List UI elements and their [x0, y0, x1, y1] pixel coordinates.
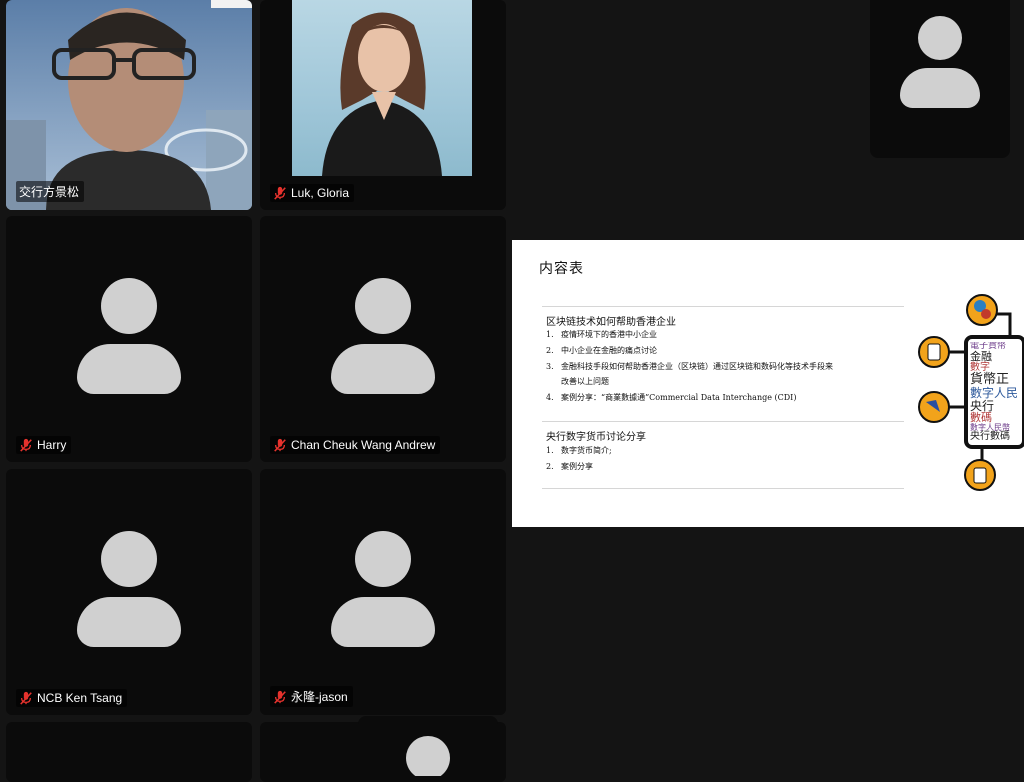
list-item: 2. 中小企业在金融的痛点讨论: [546, 346, 657, 355]
list-item: 2. 案例分享: [546, 462, 593, 471]
participant-name: 交行方景松: [16, 181, 85, 202]
muted-mic-icon: [274, 186, 286, 200]
participant-name: Chan Cheuk Wang Andrew: [270, 436, 441, 454]
default-avatar-icon: [331, 531, 435, 647]
participant-video: [292, 0, 472, 176]
participant-tile-0[interactable]: 交行方景松: [6, 0, 252, 210]
list-item: 改善以上问题: [561, 377, 609, 386]
fintech-collage-illustration: 電子貨幣 金融 數字 貨幣正 數字人民 央行 數碼 數字人民幣 央行數碼: [914, 292, 1024, 492]
participant-name: NCB Ken Tsang: [16, 689, 128, 707]
self-view-tile[interactable]: [358, 716, 498, 776]
participant-tile-1[interactable]: Luk, Gloria: [260, 0, 506, 210]
participant-name: Luk, Gloria: [270, 184, 355, 202]
participant-tile-3[interactable]: Chan Cheuk Wang Andrew: [260, 216, 506, 462]
list-item: 3. 金融科技手段如何帮助香港企业（区块链）通过区块链和数码化等技术手段来: [546, 362, 833, 371]
participant-tile-5[interactable]: 永隆-jason: [260, 469, 506, 715]
participant-name: 永隆-jason: [270, 686, 353, 707]
slide-title: 内容表: [539, 261, 584, 277]
divider: [542, 306, 904, 307]
muted-mic-icon: [20, 438, 32, 452]
participant-tile-top-right[interactable]: [870, 0, 1010, 158]
muted-mic-icon: [274, 690, 286, 704]
participant-tile-6[interactable]: [6, 722, 252, 782]
divider: [542, 421, 904, 422]
list-item: 1. 疫情环境下的香港中小企业: [546, 330, 657, 339]
list-item: 4. 案例分享：“商業數據通”Commercial Data Interchang…: [546, 393, 797, 402]
list-item: 1. 数字货币简介;: [546, 446, 612, 455]
collage-words: 電子貨幣 金融 數字 貨幣正 數字人民 央行 數碼 數字人民幣 央行數碼: [970, 342, 1019, 443]
default-avatar-icon: [331, 278, 435, 394]
participant-name: Harry: [16, 436, 72, 454]
section-heading: 央行数字货币讨论分享: [546, 432, 646, 443]
default-avatar-icon: [77, 278, 181, 394]
default-avatar-icon: [870, 16, 1010, 108]
default-avatar-icon: [406, 736, 450, 776]
participant-tile-2[interactable]: Harry: [6, 216, 252, 462]
muted-mic-icon: [20, 691, 32, 705]
divider: [542, 488, 904, 489]
muted-mic-icon: [274, 438, 286, 452]
shared-slide: 内容表 区块链技术如何帮助香港企业 1. 疫情环境下的香港中小企业 2. 中小企业在…: [512, 240, 1024, 527]
default-avatar-icon: [77, 531, 181, 647]
participant-video: [6, 0, 252, 210]
section-heading: 区块链技术如何帮助香港企业: [546, 317, 676, 328]
participant-tile-4[interactable]: NCB Ken Tsang: [6, 469, 252, 715]
